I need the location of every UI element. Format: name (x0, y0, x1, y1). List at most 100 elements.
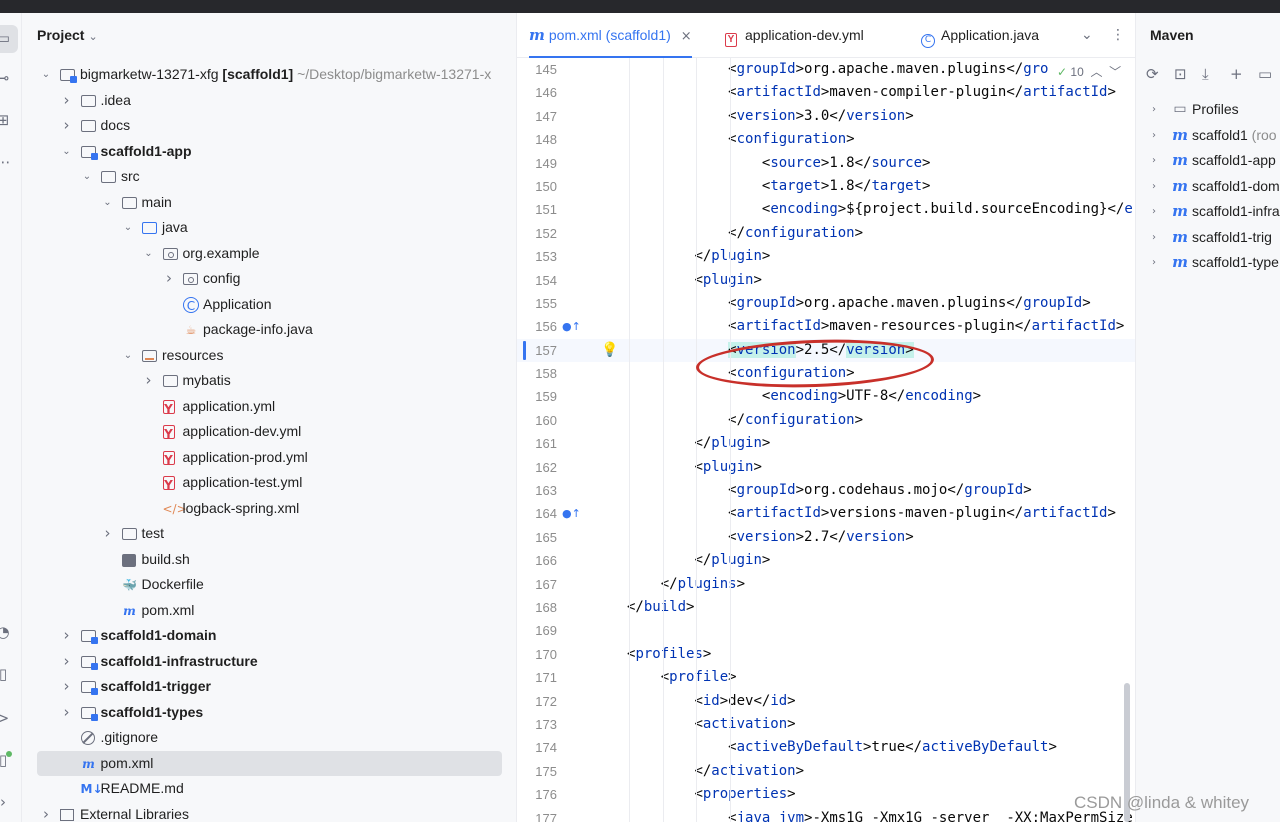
code-line[interactable]: 153 </plugin> (517, 245, 1135, 268)
run-icon[interactable]: ⊳ (0, 707, 14, 729)
tree-item[interactable]: › scaffold1-types (22, 700, 516, 726)
tab-application-dev-yml[interactable]: Yapplication-dev.yml (725, 13, 864, 58)
maven-tree-item[interactable]: › m scaffold1-trig (1136, 225, 1280, 251)
maven-tree-item[interactable]: › m scaffold1-type (1136, 250, 1280, 276)
tree-item[interactable]: ⌄ main (22, 190, 516, 216)
structure-icon[interactable]: ⊞ (0, 109, 14, 131)
chevron-right-icon[interactable]: › (61, 700, 73, 726)
chevron-right-icon[interactable]: › (1152, 174, 1156, 200)
code-line[interactable]: 148 <configuration> (517, 128, 1135, 151)
tree-item[interactable]: ⌄ bigmarketw-13271-xfg [scaffold1] ~/Desk… (22, 62, 516, 88)
tree-item[interactable]: › config (22, 266, 516, 292)
tree-item[interactable]: .gitignore (22, 725, 516, 751)
tree-item[interactable]: ☕ package-info.java (22, 317, 516, 343)
chevron-right-icon[interactable]: › (102, 521, 114, 547)
tree-item[interactable]: ⌄ org.example (22, 241, 516, 267)
download-icon[interactable]: ⤓ (1202, 65, 1230, 83)
code-area[interactable]: 145 <groupId>org.apache.maven.plugins</gr… (517, 58, 1135, 822)
code-line[interactable]: 164 ●↑ <artifactId>versions-maven-plugin</… (517, 502, 1135, 525)
code-line[interactable]: 159 <encoding>UTF-8</encoding> (517, 385, 1135, 408)
code-line[interactable]: 174 <activeByDefault>true</activeByDefaul… (517, 736, 1135, 759)
chevron-down-icon[interactable]: ⌄ (40, 62, 52, 88)
tab-pom-xml-scaffold1[interactable]: m pom.xml (scaffold1) × (529, 13, 692, 58)
code-line[interactable]: 173 <activation> (517, 713, 1135, 736)
code-line[interactable]: 154 <plugin> (517, 269, 1135, 292)
code-line[interactable]: 161 </plugin> (517, 432, 1135, 455)
code-line[interactable]: 169 (517, 619, 1135, 642)
code-line[interactable]: 145 <groupId>org.apache.maven.plugins</gr… (517, 58, 1135, 81)
tree-item[interactable]: Yapplication-dev.yml (22, 419, 516, 445)
add-project-icon[interactable]: ⊡ (1174, 65, 1202, 83)
code-line[interactable]: 167 </plugins> (517, 573, 1135, 596)
tree-item[interactable]: Yapplication.yml (22, 394, 516, 420)
code-line[interactable]: 177 <java_jvm>-Xms1G -Xmx1G -server -XX:M… (517, 807, 1135, 822)
more-options-icon[interactable]: ⋮ (1111, 13, 1125, 58)
close-icon[interactable]: × (681, 29, 692, 44)
code-line[interactable]: 156 ●↑ <artifactId>maven-resources-plugin<… (517, 315, 1135, 338)
chevron-up-icon[interactable]: ︿ (1090, 65, 1102, 79)
chevron-right-icon[interactable]: › (61, 623, 73, 649)
chevron-right-icon[interactable]: › (1152, 97, 1156, 123)
maven-tree-item[interactable]: › m scaffold1-dom (1136, 174, 1280, 200)
code-line[interactable]: 155 <groupId>org.apache.maven.plugins</gr… (517, 292, 1135, 315)
chevron-right-icon[interactable]: › (61, 674, 73, 700)
tree-item[interactable]: m pom.xml (22, 598, 516, 624)
chevron-right-icon[interactable]: › (1152, 199, 1156, 225)
code-line[interactable]: 176 <properties> (517, 783, 1135, 806)
maven-tree-item[interactable]: › m scaffold1-app (1136, 148, 1280, 174)
chevron-right-icon[interactable]: › (1152, 123, 1156, 149)
maven-tree-item[interactable]: › ▭ Profiles (1136, 97, 1280, 123)
change-marker[interactable] (523, 340, 526, 360)
code-line[interactable]: 150 <target>1.8</target> (517, 175, 1135, 198)
chevron-right-icon[interactable]: › (1152, 225, 1156, 251)
chevron-right-icon[interactable]: › (40, 802, 52, 822)
tree-item[interactable]: ⌄ scaffold1-app (22, 139, 516, 165)
code-line[interactable]: 152 </configuration> (517, 222, 1135, 245)
code-line[interactable]: 170 <profiles> (517, 643, 1135, 666)
chevron-down-icon[interactable]: ⌄ (122, 215, 134, 241)
code-line[interactable]: 146 <artifactId>maven-compiler-plugin</ar… (517, 81, 1135, 104)
tree-item[interactable]: ⌄ resources (22, 343, 516, 369)
services-icon[interactable]: ◔ (0, 621, 14, 643)
tree-item[interactable]: ⌄ src (22, 164, 516, 190)
tree-item[interactable]: build.sh (22, 547, 516, 573)
tree-item[interactable]: › .idea (22, 88, 516, 114)
tree-item[interactable]: 🐳 Dockerfile (22, 572, 516, 598)
reload-icon[interactable]: ⟳ (1146, 65, 1174, 83)
project-panel-title[interactable]: Project ⌄ (37, 27, 98, 43)
tree-item[interactable]: Yapplication-prod.yml (22, 445, 516, 471)
code-line[interactable]: 160 </configuration> (517, 409, 1135, 432)
chevron-right-icon[interactable]: › (1152, 250, 1156, 276)
code-line[interactable]: 151 <encoding>${project.build.sourceEncod… (517, 198, 1135, 221)
tree-item[interactable]: › scaffold1-infrastructure (22, 649, 516, 675)
chevron-right-icon[interactable]: › (1152, 148, 1156, 174)
tree-item[interactable]: › External Libraries (22, 802, 516, 822)
lightbulb-icon[interactable]: 💡 (601, 339, 618, 362)
code-line[interactable]: 168 </build> (517, 596, 1135, 619)
tree-item[interactable]: › scaffold1-domain (22, 623, 516, 649)
tree-item[interactable]: › docs (22, 113, 516, 139)
chevron-right-icon[interactable]: › (61, 88, 73, 114)
chevron-right-icon[interactable]: › (0, 791, 14, 813)
tree-item[interactable]: Yapplication-test.yml (22, 470, 516, 496)
inspection-widget[interactable]: ✓ 10 ︿ ﹀ (1053, 63, 1122, 80)
override-gutter-icon[interactable]: ●↑ (562, 502, 581, 525)
run-config-icon[interactable]: ▭ (1258, 65, 1280, 83)
chevron-right-icon[interactable]: › (143, 368, 155, 394)
chevron-right-icon[interactable]: › (163, 266, 175, 292)
code-line[interactable]: 175 </activation> (517, 760, 1135, 783)
maven-tree-item[interactable]: › m scaffold1 (roo (1136, 123, 1280, 149)
chevron-down-icon[interactable]: ⌄ (102, 190, 114, 216)
code-line[interactable]: 147 <version>3.0</version> (517, 105, 1135, 128)
chevron-down-icon[interactable]: ⌄ (122, 343, 134, 369)
tree-item[interactable]: C Application (22, 292, 516, 318)
code-line[interactable]: 166 </plugin> (517, 549, 1135, 572)
chevron-down-icon[interactable]: ⌄ (81, 164, 93, 190)
override-gutter-icon[interactable]: ●↑ (562, 315, 581, 338)
tree-item[interactable]: </> logback-spring.xml (22, 496, 516, 522)
tree-item[interactable]: › scaffold1-trigger (22, 674, 516, 700)
folder-icon[interactable]: ▭ (0, 27, 14, 49)
maven-tree-item[interactable]: › m scaffold1-infra (1136, 199, 1280, 225)
plus-icon[interactable]: + (1230, 65, 1258, 83)
tree-item[interactable]: › mybatis (22, 368, 516, 394)
